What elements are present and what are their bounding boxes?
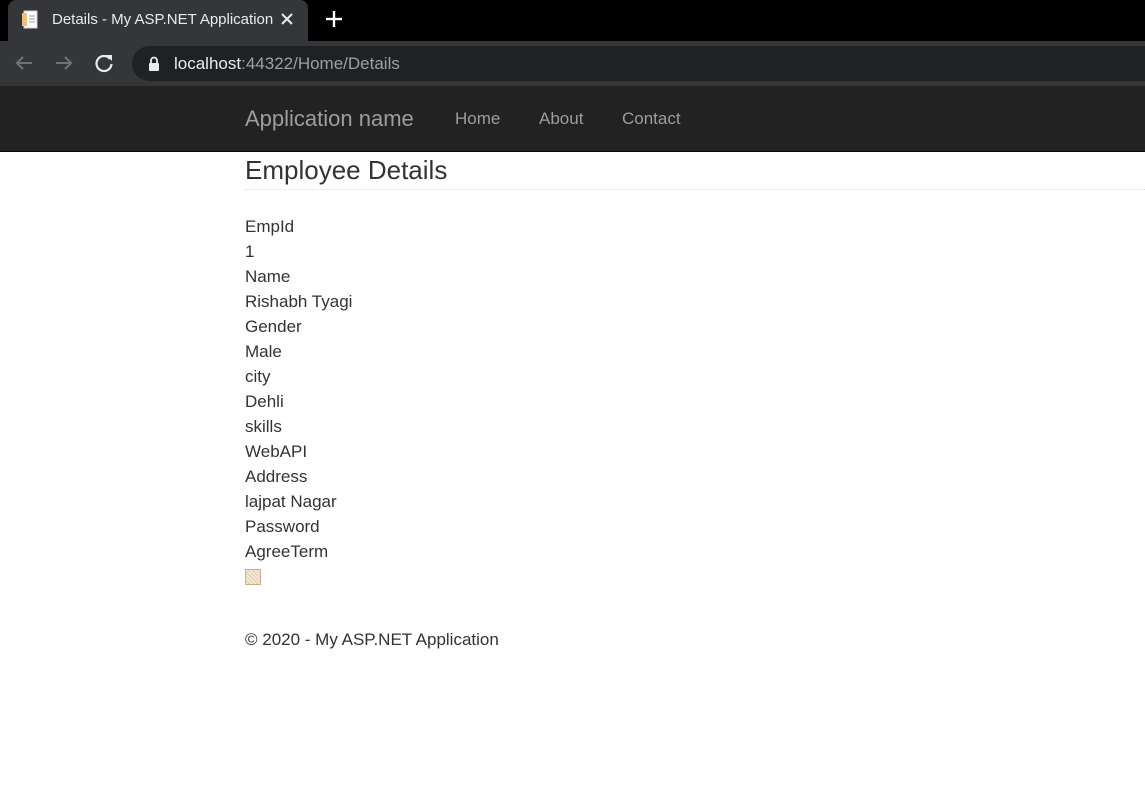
field-label-city: city (245, 367, 271, 386)
agreeterm-checkbox (245, 569, 261, 585)
field-value-empid: 1 (245, 242, 255, 261)
address-bar[interactable]: localhost:44322/Home/Details (132, 46, 1145, 81)
field-label-agreeterm: AgreeTerm (245, 542, 329, 561)
site-navbar: Application name Home About Contact (0, 86, 1145, 152)
url-path: :44322/Home/Details (241, 54, 400, 73)
browser-tab[interactable]: Details - My ASP.NET Application (8, 0, 308, 41)
arrow-right-icon[interactable] (52, 51, 76, 75)
main-content: Employee Details EmpId 1 Name Rishabh Ty… (245, 152, 1145, 652)
browser-tab-strip: Details - My ASP.NET Application (0, 0, 1145, 41)
footer-copyright: © 2020 - My ASP.NET Application (245, 630, 499, 649)
field-value-skills: WebAPI (245, 442, 308, 461)
page-favicon-icon (22, 10, 41, 29)
field-label-password: Password (245, 517, 320, 536)
employee-details-list: EmpId 1 Name Rishabh Tyagi Gender Male c… (245, 214, 1145, 589)
field-value-city: Dehli (245, 392, 284, 411)
footer: © 2020 - My ASP.NET Application (245, 627, 1145, 652)
nav-link-about[interactable]: About (539, 109, 583, 129)
lock-icon[interactable] (148, 56, 160, 71)
title-divider (245, 189, 1145, 190)
close-icon[interactable] (278, 10, 296, 28)
brand-link[interactable]: Application name (245, 106, 414, 132)
field-value-name: Rishabh Tyagi (245, 292, 353, 311)
field-value-gender: Male (245, 342, 282, 361)
agreeterm-row (245, 564, 1145, 589)
tab-title: Details - My ASP.NET Application (52, 11, 274, 28)
field-label-gender: Gender (245, 317, 302, 336)
page-title: Employee Details (245, 155, 448, 185)
field-label-empid: EmpId (245, 217, 295, 236)
browser-toolbar: localhost:44322/Home/Details (0, 41, 1145, 86)
reload-icon[interactable] (92, 51, 116, 75)
plus-icon[interactable] (324, 9, 344, 29)
nav-link-home[interactable]: Home (455, 109, 500, 129)
field-value-address: lajpat Nagar (245, 492, 337, 511)
nav-link-contact[interactable]: Contact (622, 109, 681, 129)
field-label-address: Address (245, 467, 308, 486)
field-label-name: Name (245, 267, 291, 286)
url-host: localhost (174, 54, 242, 73)
field-label-skills: skills (245, 417, 282, 436)
url-text: localhost:44322/Home/Details (174, 54, 400, 74)
arrow-left-icon[interactable] (12, 51, 36, 75)
